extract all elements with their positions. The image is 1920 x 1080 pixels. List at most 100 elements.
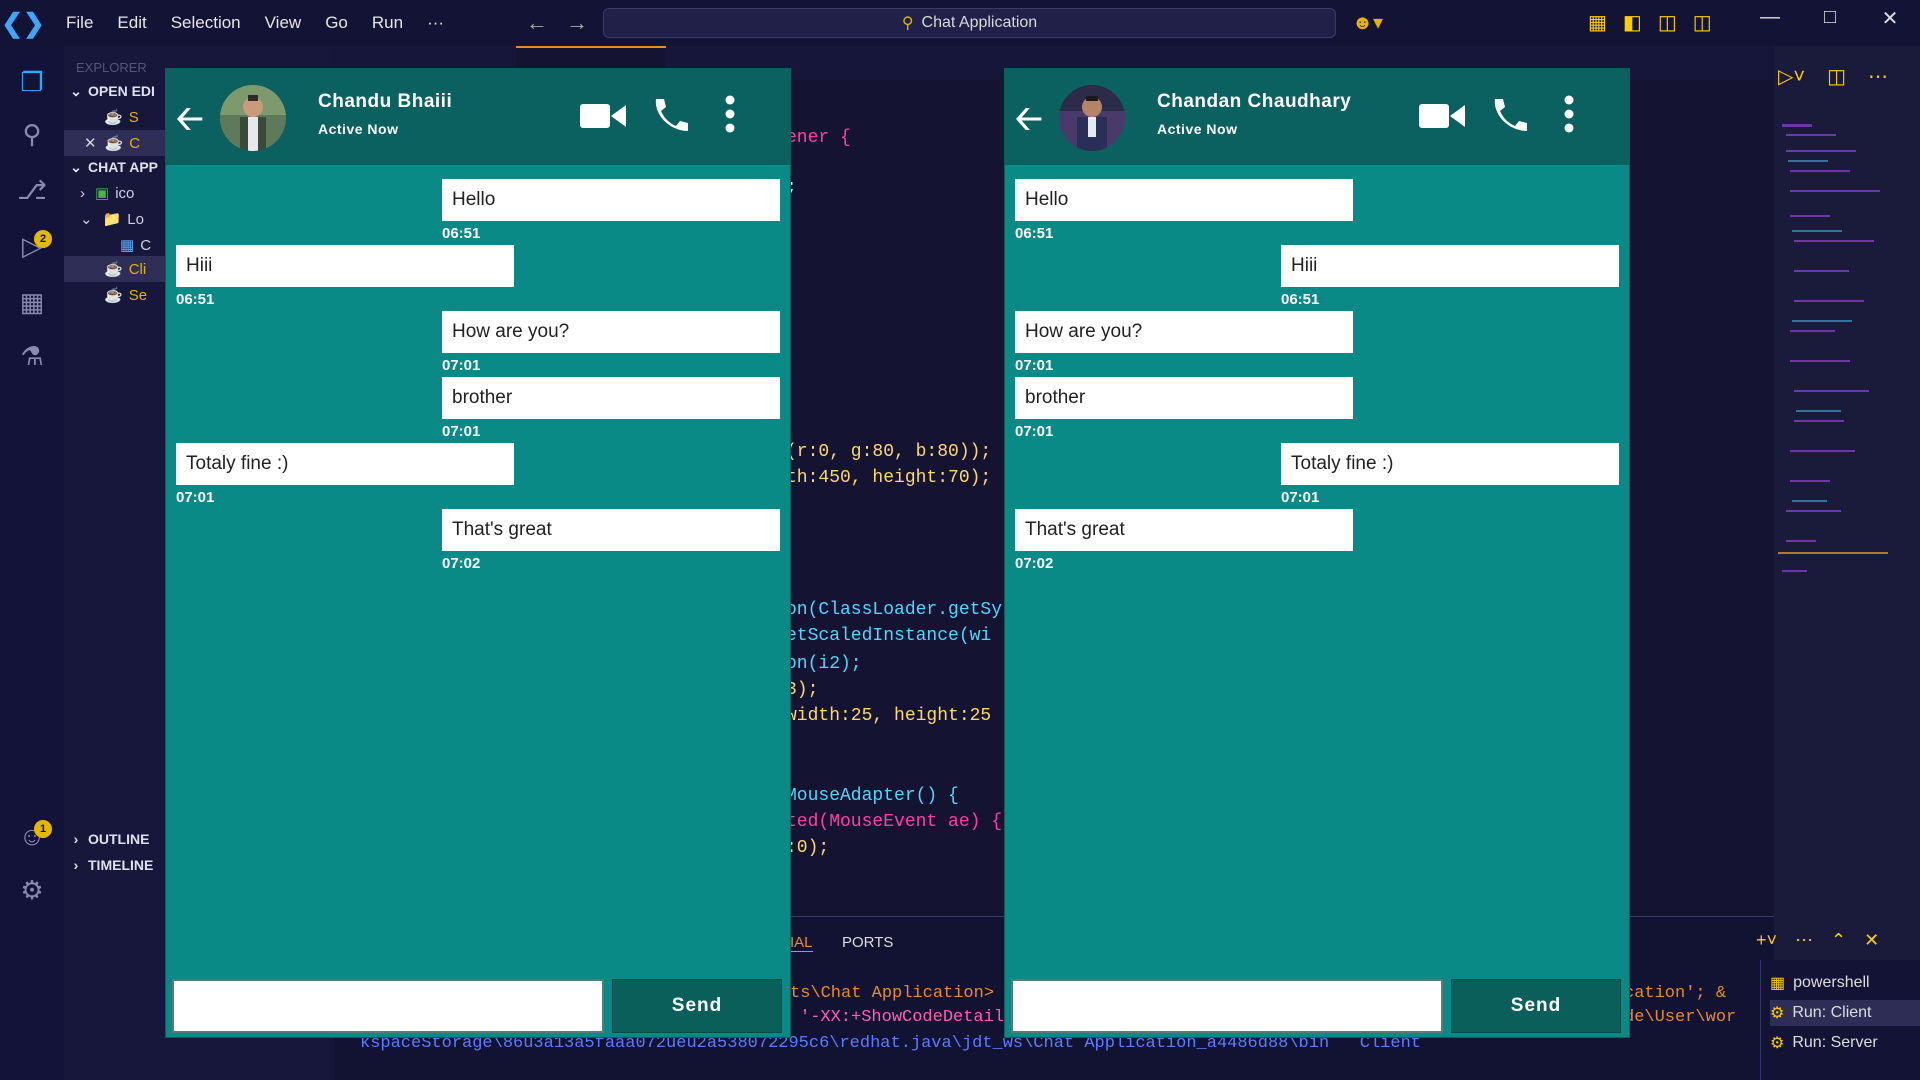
menu-run[interactable]: Run [360, 13, 415, 33]
code-line: etScaledInstance(wi [786, 626, 991, 646]
run-debug-badge: 2 [34, 230, 52, 248]
message-bubble: That's great [1015, 509, 1353, 551]
toggle-sidebar-icon[interactable]: ◧ [1623, 10, 1642, 35]
chevron-right-icon: › [80, 184, 85, 202]
voice-call-icon[interactable] [650, 97, 690, 133]
tree-item-folder[interactable]: ⌄ 📁 Lo [80, 206, 144, 232]
forward-icon[interactable]: → [566, 10, 588, 36]
maximize-icon[interactable]: □ [1800, 6, 1860, 31]
message-bubble: How are you? [442, 311, 780, 353]
tab-terminal[interactable]: IAL [790, 934, 813, 952]
open-editors-section[interactable]: ⌄ OPEN EDI [64, 78, 155, 104]
menu-edit[interactable]: Edit [105, 13, 158, 33]
code-text: MouseAdapter() { [786, 786, 959, 806]
code-line: ted(MouseEvent ae) { [786, 812, 1002, 832]
outline-label: OUTLINE [88, 831, 150, 847]
command-center-title: Chat Application [921, 14, 1038, 31]
message-list[interactable]: Hello 06:51 Hiii 06:51 How are you? 07:0… [1015, 179, 1619, 959]
explorer-icon[interactable]: ❐ [14, 64, 50, 100]
code-text: on(ClassLoader.getSy [786, 600, 1003, 620]
video-call-icon[interactable] [1419, 101, 1465, 131]
tree-item-image[interactable]: ▦ C [120, 232, 151, 258]
back-icon[interactable]: ← [526, 10, 548, 36]
project-section[interactable]: ⌄ CHAT APP [64, 154, 158, 180]
message-list[interactable]: Hello 06:51 Hiii 06:51 How are you? 07:0… [176, 179, 780, 959]
code-line: th:450, height:70); [786, 468, 991, 488]
chevron-down-icon: ⌄ [70, 158, 82, 175]
code-text: :0); [786, 838, 830, 858]
message-time: 07:02 [442, 555, 481, 572]
open-editor-label: C [129, 134, 141, 152]
message-bubble: Totaly fine :) [1281, 443, 1619, 485]
message-time: 07:02 [1015, 555, 1054, 572]
chevron-down-icon: ⌄ [70, 82, 82, 99]
video-call-icon[interactable] [580, 101, 626, 131]
open-editor-item[interactable]: ☕ S [104, 104, 139, 130]
terminal-icon: ▦ [1770, 975, 1786, 992]
more-options-icon[interactable] [724, 95, 736, 133]
menu-file[interactable]: File [54, 13, 105, 33]
accounts-badge: 1 [34, 820, 52, 838]
nav-arrows: ← → [526, 10, 588, 36]
split-editor-icon[interactable]: ◫ [1827, 64, 1846, 89]
terminal-line: cation'; & [1624, 984, 1727, 1003]
vscode-logo-icon: ❮❯ [1, 7, 45, 38]
source-control-icon[interactable]: ⎇ [14, 172, 50, 208]
send-button[interactable]: Send [612, 979, 782, 1033]
terminal-item-run-server[interactable]: ⚙ Run: Server [1770, 1030, 1878, 1056]
search-icon: ⚲ [901, 15, 914, 32]
minimap[interactable] [1778, 120, 1888, 610]
java-file-icon: ☕ [104, 109, 123, 126]
code-text: ted(MouseEvent ae) { [786, 812, 1003, 832]
new-terminal-icon[interactable]: +˅ [1756, 930, 1777, 951]
close-panel-icon[interactable]: ✕ [1864, 930, 1879, 951]
close-icon[interactable]: ✕ [84, 134, 97, 152]
settings-gear-icon[interactable]: ⚙ [14, 872, 50, 908]
java-file-icon: ☕ [104, 261, 123, 278]
voice-call-icon[interactable] [1489, 97, 1529, 133]
menu-more[interactable]: ··· [415, 13, 456, 33]
code-line: ener { [786, 128, 851, 148]
chat-header: 🡠 Chandan Chaudhary Active Now [1005, 69, 1629, 165]
more-options-icon[interactable] [1563, 95, 1575, 133]
explorer-title: EXPLORER [76, 59, 147, 75]
run-icon[interactable]: ▷˅ [1778, 64, 1805, 89]
message-input[interactable] [1011, 979, 1443, 1033]
close-icon[interactable]: ✕ [1860, 6, 1920, 31]
tree-label: Cli [128, 260, 147, 278]
toggle-secondary-sidebar-icon[interactable]: ◫ [1693, 10, 1712, 35]
minimize-icon[interactable]: — [1740, 6, 1800, 31]
search-icon[interactable]: ⚲ [14, 116, 50, 152]
back-arrow-icon[interactable]: 🡠 [176, 95, 204, 152]
folder-icon: 📁 [102, 211, 122, 228]
timeline-section[interactable]: › TIMELINE [64, 852, 154, 878]
tree-item-icons[interactable]: › ▣ ico [80, 180, 134, 206]
tab-ports[interactable]: PORTS [842, 934, 893, 951]
menu-view[interactable]: View [253, 13, 314, 33]
send-button[interactable]: Send [1451, 979, 1621, 1033]
message-time: 07:01 [1281, 489, 1320, 506]
terminal-item-powershell[interactable]: ▦ powershell [1770, 970, 1870, 996]
message-input[interactable] [172, 979, 604, 1033]
terminal-item-run-client[interactable]: ⚙ Run: Client [1770, 1000, 1920, 1026]
activity-bar: ❐ ⚲ ⎇ ▷ 2 ▦ ⚗ ☺ 1 ⚙ [0, 46, 64, 1080]
back-arrow-icon[interactable]: 🡠 [1015, 95, 1043, 152]
code-text: (r:0, g:80, b:80)); [786, 442, 992, 462]
command-center-search[interactable]: ⚲ Chat Application [603, 8, 1336, 38]
outline-section[interactable]: › OUTLINE [64, 826, 150, 852]
java-file-icon: ☕ [104, 287, 123, 304]
tree-label: Lo [127, 210, 144, 228]
copilot-icon[interactable]: ☻▾ [1352, 10, 1383, 35]
menu-go[interactable]: Go [313, 13, 360, 33]
message-time: 07:01 [442, 423, 481, 440]
maximize-panel-icon[interactable]: ⌃ [1831, 930, 1846, 951]
extensions-icon[interactable]: ▦ [14, 284, 50, 320]
menu-selection[interactable]: Selection [159, 13, 253, 33]
testing-icon[interactable]: ⚗ [14, 338, 50, 374]
code-line: :0); [786, 838, 829, 858]
customize-layout-icon[interactable]: ▦ [1588, 10, 1607, 35]
tree-item-server[interactable]: ☕ Se [104, 282, 147, 308]
more-actions-icon[interactable]: ⋯ [1795, 930, 1813, 951]
toggle-panel-icon[interactable]: ◫ [1658, 10, 1677, 35]
more-actions-icon[interactable]: ⋯ [1868, 64, 1888, 89]
